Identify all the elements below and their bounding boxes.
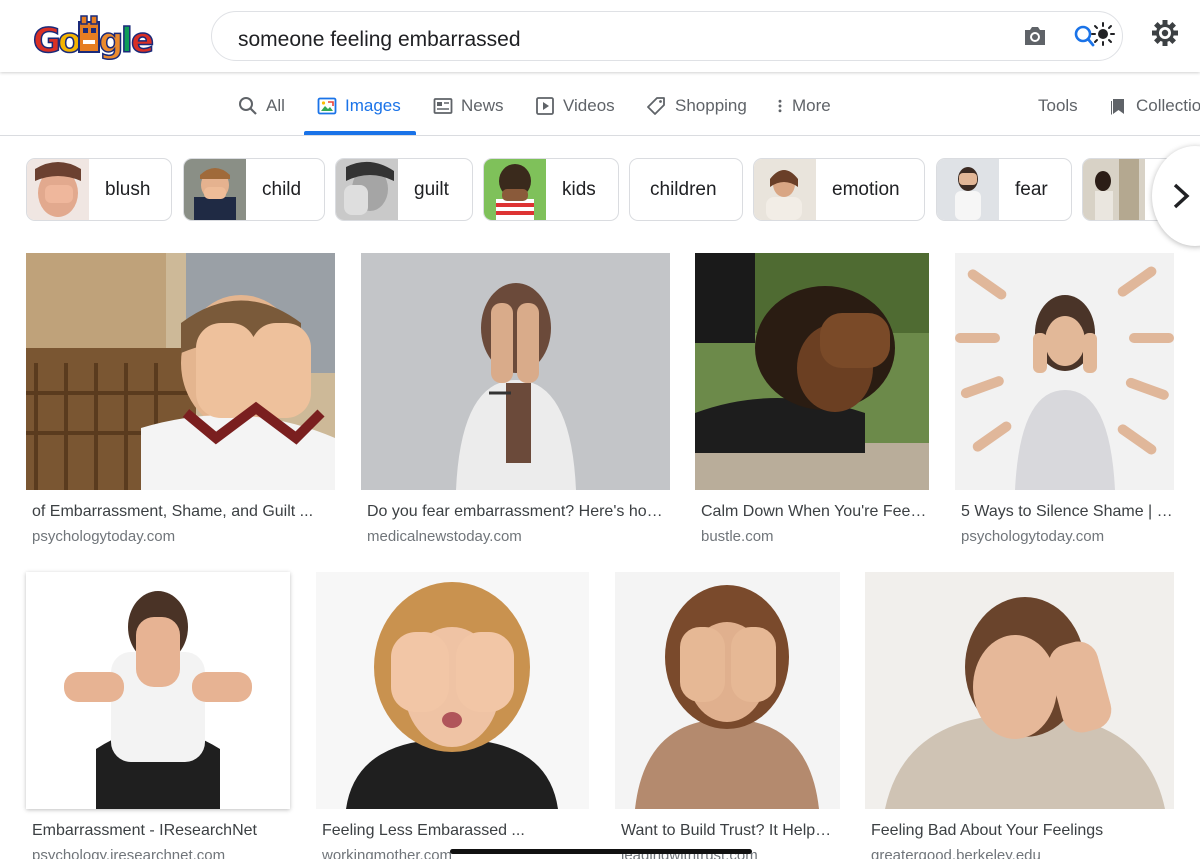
result-image[interactable] xyxy=(361,253,670,490)
result-title[interactable]: of Embarrassment, Shame, and Guilt ... xyxy=(32,503,332,521)
chip-thumbnail xyxy=(336,159,398,220)
result-title[interactable]: 5 Ways to Silence Shame | … xyxy=(961,503,1174,521)
result-source: psychology.iresearchnet.com xyxy=(32,847,226,859)
news-icon xyxy=(433,98,453,114)
tab-shopping-label: Shopping xyxy=(675,96,747,115)
chip-label: guilt xyxy=(414,178,449,200)
chip-children[interactable]: children xyxy=(629,158,743,221)
image-result[interactable]: Calm Down When You're Feel… bustle.com xyxy=(695,253,929,553)
chevron-right-icon xyxy=(1173,183,1190,209)
tab-images[interactable]: Images xyxy=(317,96,401,116)
result-source: workingmother.com xyxy=(322,847,453,859)
search-tabs: All Images News Videos Shopping More Too… xyxy=(0,72,1200,136)
chip-label: kids xyxy=(562,178,596,200)
result-source: medicalnewstoday.com xyxy=(367,528,522,545)
result-title[interactable]: Feeling Less Embarassed ... xyxy=(322,822,589,840)
result-image[interactable] xyxy=(865,572,1174,809)
svg-text:G: G xyxy=(33,21,61,61)
chip-label: child xyxy=(262,178,302,200)
chip-thumbnail xyxy=(27,159,89,220)
chip-thumbnail xyxy=(754,159,816,220)
image-icon xyxy=(317,97,337,115)
chip-thumbnail xyxy=(1083,159,1145,220)
chip-label: children xyxy=(650,178,717,200)
tab-news[interactable]: News xyxy=(433,96,504,116)
home-indicator[interactable] xyxy=(450,849,752,854)
lens-search-icon[interactable] xyxy=(1072,21,1116,51)
tools-button[interactable]: Tools xyxy=(1038,96,1078,116)
tab-images-label: Images xyxy=(345,96,401,115)
tab-shopping[interactable]: Shopping xyxy=(647,96,747,116)
tools-label: Tools xyxy=(1038,96,1078,115)
result-title[interactable]: Want to Build Trust? It Help… xyxy=(621,822,840,840)
image-result[interactable]: Embarrassment - IResearchNet psychology.… xyxy=(26,572,290,859)
result-image[interactable] xyxy=(26,572,290,809)
result-source: psychologytoday.com xyxy=(32,528,176,545)
chip-guilt[interactable]: guilt xyxy=(335,158,473,221)
result-image[interactable] xyxy=(955,253,1174,490)
search-bar[interactable]: someone feeling embarrassed xyxy=(211,11,1123,61)
camera-icon[interactable] xyxy=(1022,24,1048,48)
collections-button[interactable]: Collections xyxy=(1108,96,1200,116)
result-image[interactable] xyxy=(26,253,335,490)
image-result[interactable]: Do you fear embarrassment? Here's ho… me… xyxy=(361,253,670,553)
tab-more-label: More xyxy=(792,96,831,115)
chip-fear[interactable]: fear xyxy=(936,158,1072,221)
tab-videos-label: Videos xyxy=(563,96,615,115)
chip-child[interactable]: child xyxy=(183,158,325,221)
chip-blush[interactable]: blush xyxy=(26,158,172,221)
result-source: bustle.com xyxy=(701,528,774,545)
collections-label: Collections xyxy=(1136,96,1200,115)
chip-kids[interactable]: kids xyxy=(483,158,619,221)
result-image[interactable] xyxy=(615,572,840,809)
chip-label: blush xyxy=(105,178,151,200)
tag-icon xyxy=(647,97,665,115)
result-image[interactable] xyxy=(695,253,929,490)
image-result[interactable]: Feeling Bad About Your Feelings greaterg… xyxy=(865,572,1174,859)
chip-label: fear xyxy=(1015,178,1048,200)
tab-all-label: All xyxy=(266,96,285,115)
tab-more[interactable]: More xyxy=(776,96,831,116)
chip-thumbnail xyxy=(484,159,546,220)
tab-videos[interactable]: Videos xyxy=(535,96,615,116)
image-result[interactable]: Feeling Less Embarassed ... workingmothe… xyxy=(316,572,589,859)
result-title[interactable]: Calm Down When You're Feel… xyxy=(701,503,929,521)
chip-label: emotion xyxy=(832,178,900,200)
search-icon xyxy=(239,97,257,115)
image-result[interactable]: of Embarrassment, Shame, and Guilt ... p… xyxy=(26,253,335,553)
result-source: greatergood.berkeley.edu xyxy=(871,847,1041,859)
result-title[interactable]: Embarrassment - IResearchNet xyxy=(32,822,290,840)
chip-emotion[interactable]: emotion xyxy=(753,158,925,221)
chip-thumbnail xyxy=(184,159,246,220)
gear-icon[interactable] xyxy=(1150,18,1180,48)
result-title[interactable]: Feeling Bad About Your Feelings xyxy=(871,822,1171,840)
svg-text:o: o xyxy=(58,21,81,61)
result-source: psychologytoday.com xyxy=(961,528,1105,545)
tab-news-label: News xyxy=(461,96,504,115)
svg-text:g: g xyxy=(99,21,123,61)
result-title[interactable]: Do you fear embarrassment? Here's ho… xyxy=(367,503,667,521)
svg-text:e: e xyxy=(131,21,154,61)
result-image[interactable] xyxy=(316,572,589,809)
header: G o g l e someone feeling embarrassed xyxy=(0,0,1200,72)
bookmark-icon xyxy=(1111,99,1124,115)
video-icon xyxy=(536,97,554,115)
chip-thumbnail xyxy=(937,159,999,220)
active-tab-indicator xyxy=(304,131,416,135)
image-result[interactable]: Want to Build Trust? It Help… leadingwit… xyxy=(615,572,840,859)
google-doodle-logo[interactable]: G o g l e xyxy=(32,14,155,64)
image-result[interactable]: 5 Ways to Silence Shame | … psychologyto… xyxy=(955,253,1174,553)
dots-vertical-icon xyxy=(778,99,782,113)
tab-all[interactable]: All xyxy=(238,96,285,116)
search-input[interactable]: someone feeling embarrassed xyxy=(238,28,521,52)
